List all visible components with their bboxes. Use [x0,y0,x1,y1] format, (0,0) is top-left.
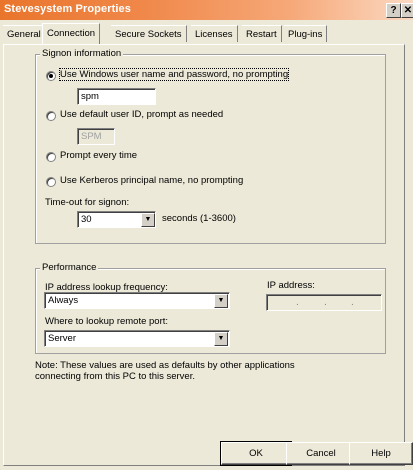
title-bar[interactable]: Stevesystem Properties ? ✕ [0,0,413,20]
remote-port-label: Where to lookup remote port: [45,316,169,327]
window-title: Stevesystem Properties [4,3,131,15]
tab-connection[interactable]: Connection [42,23,101,44]
radio-kerberos[interactable] [46,177,56,187]
help-title-button[interactable]: ? [386,3,401,18]
label-prompt-every-time[interactable]: Prompt every time [60,150,137,161]
remote-port-combo[interactable]: Server [44,330,230,347]
label-kerberos[interactable]: Use Kerberos principal name, no promptin… [60,175,243,186]
radio-default-user[interactable] [46,111,56,121]
ip-address-field: . . . [266,294,382,311]
tab-restart[interactable]: Restart [242,25,282,42]
timeout-label: Time-out for signon: [45,197,130,208]
chevron-down-icon[interactable]: ▼ [141,213,155,227]
tab-plug-ins[interactable]: Plug-ins [284,25,328,42]
chevron-down-icon[interactable]: ▼ [214,332,228,346]
label-windows-user[interactable]: Use Windows user name and password, no p… [58,68,290,81]
close-icon[interactable]: ✕ [401,3,413,18]
tab-general[interactable]: General [3,25,46,42]
default-user-field: SPM [77,128,115,145]
cancel-button[interactable]: Cancel [286,442,356,465]
help-button[interactable]: Help [349,442,413,465]
radio-windows-user[interactable] [46,71,56,81]
signon-legend: Signon information [40,48,124,59]
ip-frequency-combo[interactable]: Always [44,292,230,309]
ok-button[interactable]: OK [220,441,292,466]
chevron-down-icon[interactable]: ▼ [214,294,228,308]
ip-address-label: IP address: [267,280,315,291]
radio-prompt-every-time[interactable] [46,152,56,162]
performance-legend: Performance [40,262,99,273]
tab-secure-sockets[interactable]: Secure Sockets [111,25,187,42]
label-default-user[interactable]: Use default user ID, prompt as needed [60,109,223,120]
tab-licenses[interactable]: Licenses [191,25,238,42]
note-text: Note: These values are used as defaults … [35,360,295,382]
timeout-units: seconds (1-3600) [162,213,236,224]
windows-user-field[interactable]: spm [77,88,156,105]
